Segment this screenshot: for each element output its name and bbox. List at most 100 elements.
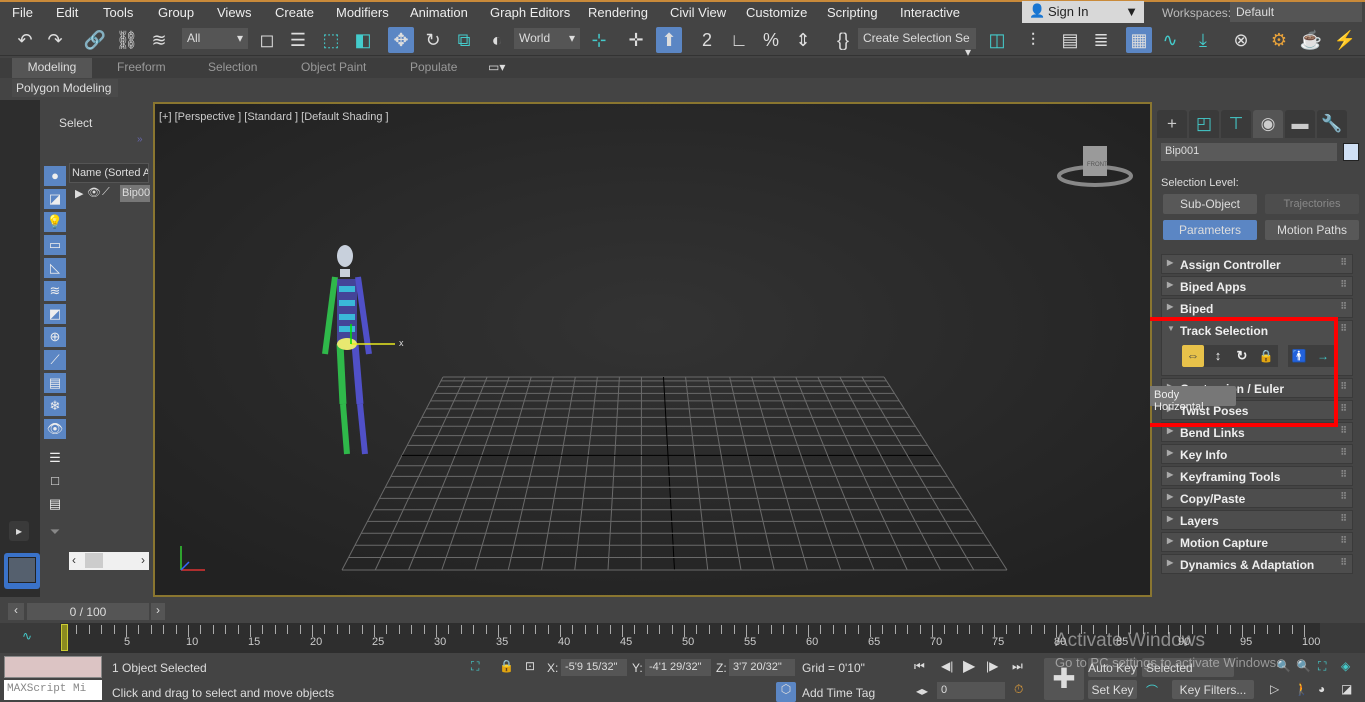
curve-editor-icon[interactable]: ∿ (1157, 27, 1183, 53)
ribbon-tab-modeling[interactable]: Modeling (12, 58, 92, 78)
maxscript-listener-output[interactable] (4, 656, 102, 678)
play-icon[interactable]: ▶ (963, 656, 975, 676)
keyboard-shortcut-override-icon[interactable]: ⬆ (656, 27, 682, 53)
time-slider[interactable]: 0 / 100 (27, 603, 149, 620)
object-name-field[interactable]: Bip001 (1161, 143, 1337, 161)
redo-icon[interactable]: ↷ (42, 27, 68, 53)
expand-triangle-icon[interactable]: ▶ (75, 187, 83, 200)
select-and-rotate-icon[interactable]: ↻ (420, 27, 446, 53)
window-crossing-icon[interactable]: ◧ (350, 27, 376, 53)
display-none-icon[interactable]: □ (44, 471, 66, 491)
rollout-assign-controller[interactable]: ▶ Assign Controller ⠿ (1161, 254, 1353, 274)
key-filters-button[interactable]: Key Filters... (1172, 680, 1254, 699)
key-mode-icon[interactable]: ◂▸ (916, 684, 928, 698)
horizontal-scrollbar[interactable]: ‹ › (69, 552, 149, 570)
workspaces-select[interactable]: Default (1230, 2, 1362, 22)
name-column-header[interactable]: Name (Sorted A (69, 163, 149, 183)
parameters-button[interactable]: Parameters (1163, 220, 1257, 240)
rollout-layers[interactable]: ▶ Layers ⠿ (1161, 510, 1353, 530)
time-configuration-icon[interactable]: ⏱ (1014, 682, 1023, 697)
prev-frame-button[interactable]: ‹ (8, 603, 24, 620)
current-frame-field[interactable]: 0 (937, 682, 1005, 699)
rollout-copy-paste[interactable]: ▶ Copy/Paste ⠿ (1161, 488, 1353, 508)
polygon-modeling-panel[interactable]: Polygon Modeling (12, 79, 118, 97)
next-frame-icon[interactable]: |▶ (986, 659, 998, 673)
selection-filter-dropdown[interactable]: All ▾ (182, 28, 248, 49)
field-of-view-icon[interactable]: ▷ (1270, 682, 1279, 696)
modify-tab-icon[interactable]: ◰ (1189, 110, 1219, 138)
pivot-center-icon[interactable]: ⊹ (586, 27, 612, 53)
mirror-icon[interactable]: ◫ (984, 27, 1010, 53)
menu-views[interactable]: Views (217, 5, 251, 20)
isolate-selection-icon[interactable]: ⛶ (471, 659, 479, 674)
object-name[interactable]: Bip00 (120, 185, 150, 202)
go-to-end-icon[interactable]: ⏭ (1012, 659, 1023, 674)
snaps-toggle-icon[interactable]: 2 (694, 27, 720, 53)
link-icon[interactable]: 🔗 (82, 27, 108, 53)
percent-snap-icon[interactable]: % (758, 27, 784, 53)
viewport-label[interactable]: [+] [Perspective ] [Standard ] [Default … (159, 111, 389, 123)
ribbon-options-icon[interactable]: ▭▾ (488, 60, 505, 74)
select-and-scale-icon[interactable]: ⧉ (451, 27, 477, 53)
x-coordinate-field[interactable]: -5'9 15/32" (561, 659, 627, 676)
utilities-tab-icon[interactable]: 🔧 (1317, 110, 1347, 138)
menu-animation[interactable]: Animation (410, 5, 468, 20)
rollout-biped-apps[interactable]: ▶ Biped Apps ⠿ (1161, 276, 1353, 296)
menu-tools[interactable]: Tools (103, 5, 133, 20)
zoom-extents-all-icon[interactable]: ◈ (1341, 659, 1350, 673)
angle-snap-icon[interactable]: ∟ (726, 27, 752, 53)
display-space-warps-icon[interactable]: ≋ (44, 281, 66, 301)
sub-object-button[interactable]: Sub-Object (1163, 194, 1257, 214)
display-cameras-icon[interactable]: ▭ (44, 235, 66, 255)
display-helpers-icon[interactable]: ◺ (44, 258, 66, 278)
time-slider-marker[interactable] (61, 624, 68, 651)
select-and-move-icon[interactable]: ✥ (388, 27, 414, 53)
display-hidden-icon[interactable]: 👁 (44, 419, 66, 439)
rollout-keyframing-tools[interactable]: ▶ Keyframing Tools ⠿ (1161, 466, 1353, 486)
explorer-row[interactable]: ▶ 👁 ⟋ Bip00 (70, 185, 150, 203)
next-frame-button[interactable]: › (151, 603, 165, 620)
schematic-view-icon[interactable]: ⤓ (1190, 27, 1216, 53)
render-setup-icon[interactable]: ⚙ (1266, 27, 1292, 53)
rollout-key-info[interactable]: ▶ Key Info ⠿ (1161, 444, 1353, 464)
display-containers-icon[interactable]: ▤ (44, 373, 66, 393)
display-tab-icon[interactable]: ▬ (1285, 110, 1315, 138)
expand-arrow-icon[interactable]: ▸ (9, 521, 29, 541)
hierarchy-tab-icon[interactable]: ⊤ (1221, 110, 1251, 138)
bind-space-warp-icon[interactable]: ≋ (146, 27, 172, 53)
z-coordinate-field[interactable]: 3'7 20/32" (729, 659, 795, 676)
unlink-icon[interactable]: ⛓ (114, 27, 140, 53)
select-manipulate-icon[interactable]: ✛ (623, 27, 649, 53)
display-frozen-icon[interactable]: ❄ (44, 396, 66, 416)
create-tab-icon[interactable]: + (1157, 110, 1187, 138)
y-coordinate-field[interactable]: -4'1 29/32" (645, 659, 711, 676)
select-object-icon[interactable]: ◻ (254, 27, 280, 53)
motion-tab-icon[interactable]: ◉ (1253, 110, 1283, 138)
rollout-biped[interactable]: ▶ Biped ⠿ (1161, 298, 1353, 318)
absolute-mode-icon[interactable]: ⊡ (525, 659, 535, 673)
named-selection-sets-dropdown[interactable]: Create Selection Se ▾ (858, 28, 976, 59)
display-bones-icon[interactable]: ⟋ (44, 350, 66, 370)
menu-graph-editors[interactable]: Graph Editors (490, 5, 570, 20)
curve-editor-mini-icon[interactable]: ∿ (22, 629, 32, 643)
invert-display-icon[interactable]: ▤ (44, 494, 66, 514)
object-color-swatch[interactable] (1343, 143, 1359, 161)
edit-named-selection-icon[interactable]: {} (830, 27, 856, 53)
menu-file[interactable]: File (12, 5, 33, 20)
perspective-viewport[interactable]: FRONT x [+] [Perspective ] [Standard ] [… (153, 102, 1152, 597)
expand-icon[interactable]: » (137, 134, 143, 145)
material-editor-icon[interactable]: ⊗ (1228, 27, 1254, 53)
toggle-ribbon-icon[interactable]: ▦ (1126, 27, 1152, 53)
menu-customize[interactable]: Customize (746, 5, 807, 20)
layer-explorer-icon[interactable]: ≣ (1088, 27, 1114, 53)
reference-coordinate-dropdown[interactable]: World ▾ (514, 28, 580, 49)
motion-paths-button[interactable]: Motion Paths (1265, 220, 1359, 240)
rendered-frame-window-icon[interactable]: ☕ (1298, 27, 1324, 53)
scene-explorer-icon[interactable]: ▤ (1057, 27, 1083, 53)
menu-rendering[interactable]: Rendering (588, 5, 648, 20)
display-all-icon[interactable]: ☰ (44, 448, 66, 468)
rollout-dynamics-adaptation[interactable]: ▶ Dynamics & Adaptation ⠿ (1161, 554, 1353, 574)
display-groups-icon[interactable]: ◩ (44, 304, 66, 324)
display-lights-icon[interactable]: 💡 (44, 212, 66, 232)
zoom-all-icon[interactable]: 🔍 (1296, 659, 1311, 673)
